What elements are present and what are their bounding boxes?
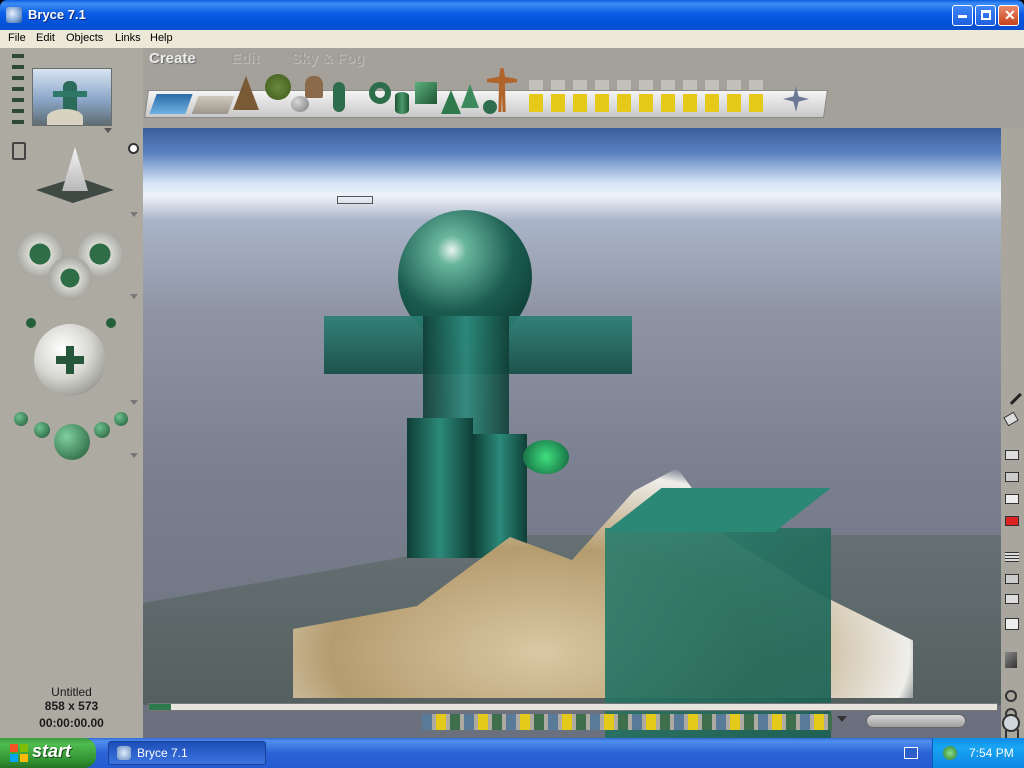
menu-bar: File Edit Objects Links Help [0, 30, 1024, 48]
gray-disabled-primitives [529, 80, 769, 90]
menu-edit[interactable]: Edit [36, 32, 55, 44]
taskbar-item-bryce[interactable]: Bryce 7.1 [108, 741, 266, 765]
bryce-workspace: Untitled 858 x 573 00:00:00.00 Create Ed… [0, 48, 1024, 745]
small-green-dot-right[interactable] [106, 318, 116, 328]
cylinder-icon[interactable] [395, 92, 409, 114]
tab-create[interactable]: Create [149, 50, 196, 67]
close-button[interactable]: ✕ [998, 5, 1019, 26]
document-size: 858 x 573 [44, 699, 99, 713]
windows-logo-icon [10, 744, 28, 762]
brush-icon[interactable] [1002, 385, 1022, 405]
zoom-in-icon[interactable] [1005, 690, 1017, 702]
rock-icon[interactable] [291, 96, 309, 112]
move-arrows-icon [56, 346, 84, 374]
zoom-menu-arrow[interactable] [130, 453, 138, 458]
timeline-scrubber[interactable] [149, 704, 171, 710]
animation-controls[interactable] [866, 714, 966, 728]
tray-clock[interactable]: 7:54 PM [969, 746, 1014, 760]
camera-trackball[interactable] [34, 324, 106, 396]
tall-stretch-icon[interactable] [1005, 594, 1019, 604]
system-tray: 7:54 PM [932, 738, 1024, 768]
glass-cube-front [605, 528, 831, 744]
selection-palette[interactable] [422, 714, 832, 730]
trackball-menu-arrow[interactable] [130, 400, 138, 405]
preview-menu-arrow[interactable] [104, 128, 112, 133]
distance-indicator [337, 196, 373, 204]
view-stack-icon[interactable] [12, 54, 24, 128]
render-region-icon[interactable] [1005, 472, 1019, 482]
render-partial-icon[interactable] [1005, 494, 1019, 504]
document-name: Untitled [51, 685, 92, 699]
camera-view-icon[interactable] [12, 142, 26, 160]
minimize-button[interactable] [952, 5, 973, 26]
green-glass-bowl [523, 440, 569, 474]
network-tray-icon[interactable] [943, 746, 957, 760]
render-radio[interactable] [128, 143, 139, 154]
torus-icon[interactable] [369, 82, 391, 104]
palette-bar: Create Edit Sky & Fog [143, 48, 1024, 128]
object-cube-icon[interactable] [1005, 652, 1017, 668]
render-tool-strip [1001, 128, 1024, 740]
camera-cross-control[interactable] [12, 226, 130, 300]
control-panel [0, 48, 143, 738]
timeline-bar[interactable] [148, 703, 998, 711]
window-titlebar[interactable]: Bryce 7.1 ✕ [0, 0, 1024, 30]
tab-sky-fog[interactable]: Sky & Fog [291, 50, 364, 67]
bryce-task-icon [117, 746, 131, 760]
ground-plane-icon[interactable] [191, 96, 235, 114]
window-title: Bryce 7.1 [28, 7, 86, 22]
download-icon[interactable] [1005, 618, 1019, 630]
sphere-icon[interactable] [483, 100, 497, 114]
globe-web-icon[interactable] [1002, 714, 1020, 732]
eraser-icon[interactable] [1003, 411, 1019, 427]
water-plane-icon[interactable] [149, 94, 193, 114]
menu-objects[interactable]: Objects [66, 32, 103, 44]
render-frame-icon[interactable] [1005, 450, 1019, 460]
timecode: 00:00:00.00 [39, 716, 104, 730]
small-green-dot-left[interactable] [26, 318, 36, 328]
menu-links[interactable]: Links [115, 32, 141, 44]
nano-preview[interactable] [32, 68, 112, 126]
platform-menu-arrow[interactable] [130, 212, 138, 217]
taskbar: start Bryce 7.1 7:54 PM [0, 738, 1024, 768]
glass-leg-right [473, 434, 527, 558]
glass-leg-left [407, 418, 473, 558]
stretch-icon[interactable] [1005, 574, 1019, 584]
zoom-ball-controls[interactable] [14, 412, 130, 464]
texture-icon[interactable] [1005, 552, 1019, 562]
cross-menu-arrow[interactable] [130, 294, 138, 299]
start-label: start [32, 741, 72, 761]
taskbar-item-label: Bryce 7.1 [137, 746, 188, 760]
menu-help[interactable]: Help [150, 32, 173, 44]
bryce-app-icon [6, 7, 22, 23]
render-stop-icon[interactable] [1005, 516, 1019, 526]
document-status: Untitled 858 x 573 00:00:00.00 [0, 685, 143, 730]
metaball-icon[interactable] [333, 82, 345, 112]
start-button[interactable]: start [0, 738, 96, 768]
maximize-button[interactable] [975, 5, 996, 26]
selection-menu-arrow[interactable] [837, 716, 847, 722]
tab-edit[interactable]: Edit [231, 50, 259, 67]
camera-platform-control[interactable] [32, 143, 118, 213]
symmetric-lattice-icon[interactable] [305, 76, 323, 98]
keyboard-tray-icon[interactable] [904, 747, 918, 759]
tree-icon[interactable] [265, 74, 291, 100]
cube-icon[interactable] [415, 82, 437, 104]
menu-file[interactable]: File [8, 32, 26, 44]
3d-scene-viewport[interactable] [143, 128, 1001, 745]
yellow-primitives-icons[interactable] [529, 94, 769, 112]
